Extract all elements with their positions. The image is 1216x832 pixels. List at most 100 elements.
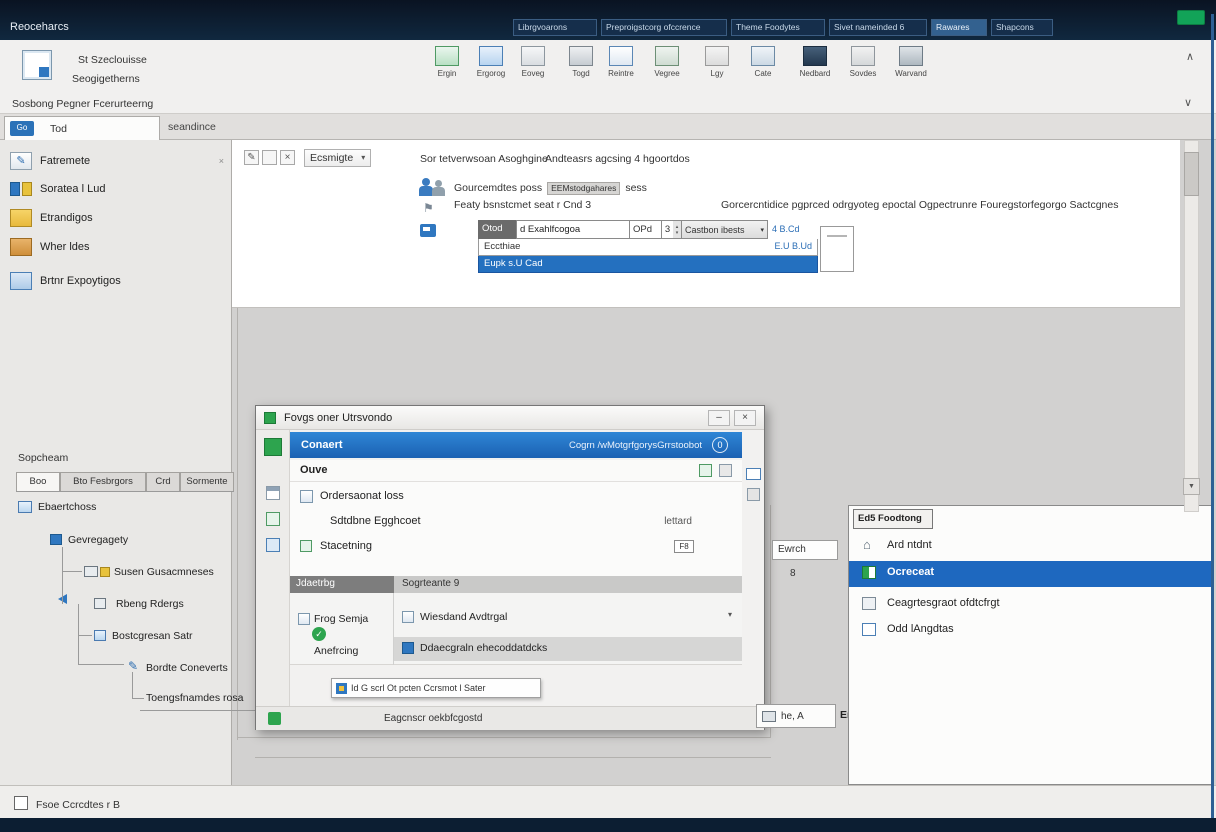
ribbon-button-reintre[interactable]: Reintre — [598, 46, 644, 78]
ribbon-button-warvand[interactable]: Warvand — [888, 46, 934, 78]
ribbon-button-ergorog[interactable]: Ergorog — [468, 46, 514, 78]
ribbon-button-eoveg[interactable]: Eoveg — [510, 46, 556, 78]
tree-item-toengsfnamdes[interactable]: Toengsfnamdes rosa — [146, 692, 243, 704]
otod-input[interactable] — [516, 220, 630, 239]
scrollbar-thumb[interactable] — [1184, 152, 1199, 196]
form-row-2[interactable]: Eccthiae E.U B.Ud — [478, 239, 818, 256]
titlebar-tab-librgvoarons[interactable]: Librgvoarons — [513, 19, 597, 36]
window-icon[interactable] — [746, 468, 761, 480]
explorer-tab-crd[interactable]: Crd — [146, 472, 180, 492]
chevron-up-icon[interactable]: ∧ — [1186, 52, 1194, 63]
box-icon — [10, 238, 32, 256]
tab-tod[interactable]: Go Tod — [4, 116, 160, 140]
tree-item-rbeng[interactable]: Rbeng Rdergs — [116, 598, 184, 610]
ribbon-button-ergin[interactable]: Ergin — [424, 46, 470, 78]
list-item[interactable]: Stacetning — [320, 540, 372, 552]
titlebar-tab-rawares[interactable]: Rawares — [931, 19, 987, 36]
trash-icon[interactable] — [719, 464, 732, 477]
table-cell[interactable]: Anefrcing — [314, 645, 358, 657]
sidebar-item-wher-ldes[interactable]: Wher ldes — [10, 234, 224, 260]
delete-icon[interactable]: × — [280, 150, 295, 165]
tree-item-bordte[interactable]: Bordte Coneverts — [146, 662, 228, 674]
tab-seandince[interactable]: seandince — [168, 121, 216, 133]
tree-item-susen[interactable]: Susen Gusacmneses — [114, 566, 214, 578]
divider — [237, 737, 771, 738]
right-panel-item-ocreceat-selected[interactable]: Ocreceat — [849, 561, 1211, 587]
sidebar-item-soratea[interactable]: Soratea l Lud — [10, 176, 224, 202]
tree-connector — [132, 698, 144, 699]
form-row-3-selected[interactable]: Eupk s.U Cad — [478, 256, 818, 273]
table-cell[interactable]: Frog Semja — [314, 613, 368, 625]
titlebar-tab-shapcons[interactable]: Shapcons — [991, 19, 1053, 36]
titlebar-tab-preproigstcorg[interactable]: Preproigstcorg ofccrence — [601, 19, 727, 36]
list-item-right: lettard — [664, 516, 692, 527]
ribbon-title-line2: Seogigetherns — [72, 73, 140, 85]
document-icon[interactable] — [22, 50, 52, 80]
close-icon[interactable]: × — [219, 156, 224, 166]
he-a-button[interactable]: he, A — [756, 704, 836, 728]
explorer-tab-bto-fesbrgors[interactable]: Bto Fesbrgors — [60, 472, 146, 492]
sidebar-item-brtnr[interactable]: Brtnr Expoytigos — [10, 268, 224, 294]
scrollbar-down-icon[interactable]: ▼ — [1183, 478, 1200, 495]
dialog-table: Jdaetrbg Sogrteante 9 Frog Semja ✓ Anefr… — [290, 576, 742, 665]
blue-module-icon[interactable] — [266, 538, 280, 552]
ribbon-button-nedbard[interactable]: Nedbard — [792, 46, 838, 78]
ribbon-button-vegree[interactable]: Vegree — [644, 46, 690, 78]
green-module-icon[interactable] — [264, 438, 282, 456]
togd-icon — [569, 46, 593, 66]
ribbon-button-sovdes[interactable]: Sovdes — [840, 46, 886, 78]
ewrch-header-box[interactable]: Ewrch — [772, 540, 838, 560]
dialog-titlebar[interactable]: Fovgs oner Utrsvondo – × — [256, 406, 764, 430]
titlebar-tab-theme-foodytes[interactable]: Theme Foodytes — [731, 19, 825, 36]
tree-item-gevregagety[interactable]: Gevregagety — [68, 534, 128, 546]
ecsmigte-dropdown[interactable]: Ecsmigte ▾ — [304, 149, 371, 167]
table-header: Jdaetrbg Sogrteante 9 — [290, 576, 742, 593]
right-panel-item-odd-langdtas[interactable]: Odd lAngdtas — [849, 618, 1211, 642]
column-header-1[interactable]: Jdaetrbg — [290, 576, 394, 593]
window-action-button[interactable] — [1177, 10, 1205, 25]
list-item[interactable]: Ordersaonat loss — [320, 490, 404, 502]
module-icon — [862, 566, 876, 579]
node-icon — [18, 501, 32, 513]
toolbar-link-2[interactable]: Andteasrs agcsing 4 hgoortdos — [545, 153, 690, 165]
calendar-icon[interactable] — [266, 486, 280, 500]
explorer-tab-sormente[interactable]: Sormente — [180, 472, 234, 492]
right-panel-item-ceagrtesgraot[interactable]: Ceagrtesgraot ofdtcfrgt — [849, 592, 1211, 616]
sidebar-item-etrandigos[interactable]: Etrandigos — [10, 205, 224, 231]
tooltip-text: Id G scrl Ot pcten Ccrsmot l Sater — [351, 683, 486, 693]
chevron-down-icon[interactable]: ∨ — [1184, 98, 1192, 109]
view-box-icon[interactable] — [262, 150, 277, 165]
quantity-stepper[interactable]: 3 ▴▾ — [662, 220, 682, 239]
document-icon — [300, 490, 313, 503]
minimize-button[interactable]: – — [708, 410, 730, 426]
stepper-arrows-icon[interactable]: ▴▾ — [673, 221, 681, 238]
component-icon — [100, 567, 110, 577]
grid-icon[interactable] — [699, 464, 712, 477]
dialog-section-row[interactable]: Ouve — [290, 460, 742, 482]
content-line-2: Featy bsnstcmet seat r Cnd 3 — [454, 199, 591, 211]
table-row-selected[interactable]: Ddaecgraln ehecoddatdcks — [394, 637, 742, 661]
flag-badge[interactable]: F8 — [674, 540, 694, 553]
castbon-dropdown[interactable]: Castbon ibests ▾ — [682, 220, 768, 239]
right-panel-header[interactable]: Ed5 Foodtong — [853, 509, 933, 529]
edit-pencil-icon[interactable]: ✎ — [244, 150, 259, 165]
right-panel-item-ard-ntdnt[interactable]: ⌂ Ard ntdnt — [849, 534, 1211, 558]
column-header-2[interactable]: Sogrteante 9 — [394, 576, 742, 593]
table-row[interactable]: Wiesdand Avdtrgal ▾ — [394, 607, 742, 631]
checkbox-icon[interactable] — [14, 796, 28, 810]
toolbar-link-1[interactable]: Sor tetverwsoan Asoghgine — [420, 153, 548, 165]
close-button[interactable]: × — [734, 410, 756, 426]
attachment-icon[interactable] — [747, 488, 760, 501]
tree-item-bostcgresan[interactable]: Bostcgresan Satr — [112, 630, 193, 642]
row-arrow-icon[interactable]: ▾ — [728, 611, 732, 619]
sidebar-item-fatremete[interactable]: ✎ Fatremete × — [10, 148, 224, 174]
opd-field[interactable]: OPd — [630, 220, 662, 239]
list-item[interactable]: Sdtdbne Egghcoet — [330, 515, 421, 527]
tree-item-ebaertchoss[interactable]: Ebaertchoss — [38, 501, 96, 513]
grid-icon[interactable] — [266, 512, 280, 526]
ribbon-button-cate[interactable]: Cate — [740, 46, 786, 78]
titlebar-tab-sivet[interactable]: Sivet nameinded 6 — [829, 19, 927, 36]
explorer-tab-boo[interactable]: Boo — [16, 472, 60, 492]
tree-connector — [62, 571, 82, 572]
ribbon-button-lgy[interactable]: Lgy — [694, 46, 740, 78]
